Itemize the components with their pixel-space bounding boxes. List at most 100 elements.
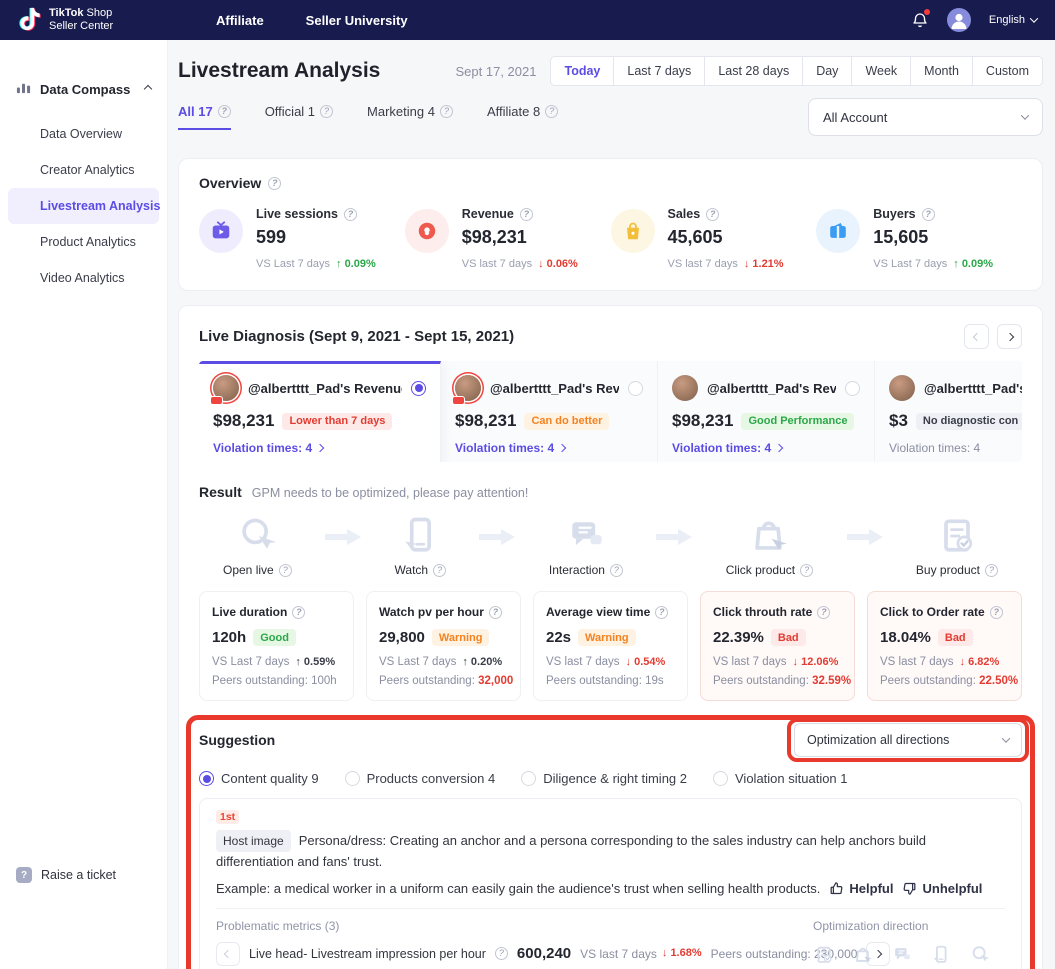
- sidebar-item-product-analytics[interactable]: Product Analytics: [0, 224, 167, 260]
- account-radio[interactable]: [845, 381, 860, 396]
- range-week[interactable]: Week: [851, 56, 911, 86]
- help-icon[interactable]: [706, 208, 719, 221]
- buy-product-icon: [813, 944, 835, 966]
- nav-link-affiliate[interactable]: Affiliate: [216, 13, 264, 28]
- peers-value: 19s: [645, 675, 664, 687]
- language-selector[interactable]: English: [989, 14, 1037, 26]
- help-icon[interactable]: [268, 177, 281, 190]
- account-radio[interactable]: [628, 381, 643, 396]
- account-avatar: [672, 375, 698, 401]
- violation-times-link[interactable]: Violation times: 4: [455, 441, 643, 455]
- chevron-right-icon: [316, 444, 324, 452]
- radio-products-conversion[interactable]: Products conversion 4: [345, 771, 496, 786]
- violation-times-link[interactable]: Violation times: 4: [672, 441, 860, 455]
- funnel-label: Buy product: [916, 563, 980, 577]
- radio-content-quality[interactable]: Content quality 9: [199, 771, 319, 786]
- help-icon[interactable]: [817, 606, 830, 619]
- help-icon[interactable]: [520, 208, 533, 221]
- help-icon[interactable]: [320, 105, 333, 118]
- optimization-direction-label: Optimization direction: [813, 919, 1005, 933]
- help-icon[interactable]: [218, 105, 231, 118]
- help-icon[interactable]: [344, 208, 357, 221]
- help-icon[interactable]: [489, 606, 502, 619]
- help-icon[interactable]: [545, 105, 558, 118]
- violation-label: Violation times: 4: [672, 441, 771, 455]
- chevron-up-icon: [144, 85, 152, 93]
- metric-value: 599: [256, 227, 376, 248]
- range-today[interactable]: Today: [550, 56, 614, 86]
- sidebar-section-data-compass[interactable]: Data Compass: [0, 80, 167, 98]
- radio-diligence-timing[interactable]: Diligence & right timing 2: [521, 771, 687, 786]
- help-icon[interactable]: [990, 606, 1003, 619]
- help-icon[interactable]: [922, 208, 935, 221]
- sidebar-item-livestream-analysis[interactable]: Livestream Analysis: [8, 188, 159, 224]
- sidebar-item-data-overview[interactable]: Data Overview: [0, 116, 167, 152]
- radio-label: Diligence & right timing 2: [543, 771, 687, 786]
- diagnosis-card-3[interactable]: @albertttt_Pad's Revenue $98,231 Good Pe…: [658, 361, 875, 462]
- funnel-step-interaction: Interaction: [549, 514, 623, 577]
- metrics-prev-button[interactable]: [216, 942, 240, 966]
- diagnosis-card-1[interactable]: @albertttt_Pad's Revenue $98,231 Lower t…: [199, 361, 441, 462]
- open-live-icon: [969, 944, 991, 966]
- radio-violation-situation[interactable]: Violation situation 1: [713, 771, 848, 786]
- tab-affiliate[interactable]: Affiliate 8: [487, 104, 558, 130]
- funnel-label: Open live: [223, 563, 274, 577]
- revenue-value: $3: [889, 411, 908, 431]
- peers-label: Peers outstanding:: [379, 675, 475, 687]
- range-last-28-days[interactable]: Last 28 days: [704, 56, 803, 86]
- help-icon[interactable]: [292, 606, 305, 619]
- metric-card-average-view-time: Average view time 22sWarning VS last 7 d…: [533, 591, 688, 701]
- user-avatar[interactable]: [947, 8, 971, 32]
- metric-live-sessions: Live sessions 599 VS Last 7 days0.09%: [199, 207, 405, 270]
- diagnosis-card-4[interactable]: @albertttt_Pad's $3 No diagnostic con Vi…: [875, 361, 1022, 462]
- optimization-direction-select[interactable]: Optimization all directions: [794, 723, 1022, 757]
- revenue-value: $98,231: [672, 411, 733, 431]
- live-badge-icon: [452, 396, 465, 405]
- delta-down: 0.54%: [626, 656, 666, 668]
- range-day[interactable]: Day: [802, 56, 852, 86]
- account-avatar: [213, 375, 239, 401]
- notification-bell-icon[interactable]: [911, 11, 929, 29]
- tiktok-shop-logo[interactable]: TikTok Shop Seller Center: [18, 6, 168, 35]
- carousel-prev-button[interactable]: [964, 324, 989, 349]
- suggestion-text: Persona/dress: Creating an anchor and a …: [216, 833, 926, 869]
- buy-product-icon: [935, 514, 979, 558]
- help-icon[interactable]: [800, 564, 813, 577]
- sidebar-item-creator-analytics[interactable]: Creator Analytics: [0, 152, 167, 188]
- sidebar-item-video-analytics[interactable]: Video Analytics: [0, 260, 167, 296]
- account-avatar: [455, 375, 481, 401]
- tab-marketing[interactable]: Marketing 4: [367, 104, 453, 130]
- peers-label: Peers outstanding:: [713, 675, 809, 687]
- nav-link-seller-university[interactable]: Seller University: [306, 13, 408, 28]
- diagnosis-title: Live Diagnosis (Sept 9, 2021 - Sept 15, …: [199, 328, 514, 345]
- range-month[interactable]: Month: [910, 56, 973, 86]
- help-icon[interactable]: [610, 564, 623, 577]
- arrow-right-icon: [479, 529, 515, 545]
- diagnosis-card-2[interactable]: @albertttt_Pad's Revenue $98,231 Can do …: [441, 361, 658, 462]
- raise-a-ticket-button[interactable]: Raise a ticket: [0, 867, 167, 883]
- helpful-button[interactable]: Helpful: [829, 881, 893, 896]
- watch-icon: [398, 514, 442, 558]
- unhelpful-button[interactable]: Unhelpful: [902, 881, 982, 896]
- violation-times-link[interactable]: Violation times: 4: [213, 441, 426, 455]
- help-icon[interactable]: [985, 564, 998, 577]
- help-icon[interactable]: [279, 564, 292, 577]
- help-icon[interactable]: [433, 564, 446, 577]
- chevron-down-icon: [1021, 111, 1029, 119]
- help-icon[interactable]: [495, 947, 508, 960]
- sidebar-items: Data Overview Creator Analytics Livestre…: [0, 116, 167, 296]
- range-last-7-days[interactable]: Last 7 days: [613, 56, 705, 86]
- tab-all[interactable]: All 17: [178, 104, 231, 130]
- suggestion-example: Example: a medical worker in a uniform c…: [216, 881, 820, 896]
- range-custom[interactable]: Custom: [972, 56, 1043, 86]
- help-icon[interactable]: [655, 606, 668, 619]
- sales-bag-icon: [611, 209, 655, 253]
- account-radio[interactable]: [411, 381, 426, 396]
- help-icon[interactable]: [440, 105, 453, 118]
- carousel-next-button[interactable]: [997, 324, 1022, 349]
- account-filter-select[interactable]: All Account: [808, 98, 1043, 136]
- raise-ticket-label: Raise a ticket: [41, 868, 116, 882]
- peers-value: 22.50%: [979, 675, 1018, 687]
- compare-label: VS last 7 days: [880, 656, 954, 668]
- tab-official[interactable]: Official 1: [265, 104, 333, 130]
